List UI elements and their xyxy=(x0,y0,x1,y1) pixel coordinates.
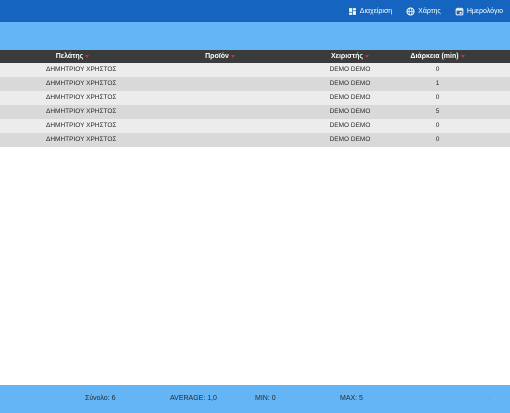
cell-spacer xyxy=(470,91,510,105)
nav-item-label: Διαχείριση xyxy=(359,7,393,15)
column-header-label: Πελάτης xyxy=(55,53,84,60)
cell-product xyxy=(145,63,295,77)
column-header-label: Προϊόν xyxy=(205,53,229,60)
column-header-operator[interactable]: Χειριστής xyxy=(295,50,405,63)
cell-operator: DEMO DEMO xyxy=(295,63,405,77)
cell-duration: 0 xyxy=(405,91,470,105)
cell-duration: 5 xyxy=(405,105,470,119)
nav-item-map[interactable]: Χάρτης xyxy=(406,0,441,22)
cell-spacer xyxy=(470,133,510,147)
cell-operator: DEMO DEMO xyxy=(295,105,405,119)
cell-operator: DEMO DEMO xyxy=(295,133,405,147)
min-value: MIN: 0 xyxy=(255,395,276,402)
average-value: AVERAGE: 1,0 xyxy=(170,395,217,402)
column-header-label: Διάρκεια (min) xyxy=(410,53,459,60)
sessions-table: Πελάτης Προϊόν Χειριστής Διάρκεια (min) … xyxy=(0,50,510,147)
table-row[interactable]: ΔΗΜΗΤΡΙΟΥ ΧΡΗΣΤΟΣ DEMO DEMO 5 xyxy=(0,105,510,119)
cell-product xyxy=(145,105,295,119)
cell-product xyxy=(145,119,295,133)
cell-customer: ΔΗΜΗΤΡΙΟΥ ΧΡΗΣΤΟΣ xyxy=(0,133,145,147)
table-header-row: Πελάτης Προϊόν Χειριστής Διάρκεια (min) xyxy=(0,50,510,63)
nav-item-label: Χάρτης xyxy=(418,7,441,15)
cell-spacer xyxy=(470,119,510,133)
table-row[interactable]: ΔΗΜΗΤΡΙΟΥ ΧΡΗΣΤΟΣ DEMO DEMO 0 xyxy=(0,91,510,105)
sort-indicator-icon xyxy=(85,54,90,58)
table-row[interactable]: ΔΗΜΗΤΡΙΟΥ ΧΡΗΣΤΟΣ DEMO DEMO 0 xyxy=(0,119,510,133)
column-header-label: Χειριστής xyxy=(330,53,364,60)
table-row[interactable]: ΔΗΜΗΤΡΙΟΥ ΧΡΗΣΤΟΣ DEMO DEMO 1 xyxy=(0,77,510,91)
column-header-duration[interactable]: Διάρκεια (min) xyxy=(405,50,470,63)
nav-item-management[interactable]: Διαχείριση xyxy=(348,0,392,22)
cell-customer: ΔΗΜΗΤΡΙΟΥ ΧΡΗΣΤΟΣ xyxy=(0,119,145,133)
cell-duration: 0 xyxy=(405,133,470,147)
cell-product xyxy=(145,91,295,105)
top-nav-bar: Διαχείριση Χάρτης Ημερολόγιο xyxy=(0,0,510,22)
chevron-left-icon[interactable]: ‹ xyxy=(487,385,490,413)
cell-customer: ΔΗΜΗΤΡΙΟΥ ΧΡΗΣΤΟΣ xyxy=(0,77,145,91)
table-row[interactable]: ΔΗΜΗΤΡΙΟΥ ΧΡΗΣΤΟΣ DEMO DEMO 0 xyxy=(0,63,510,77)
cell-product xyxy=(145,77,295,91)
cell-duration: 0 xyxy=(405,119,470,133)
cell-spacer xyxy=(470,105,510,119)
sort-indicator-icon xyxy=(460,54,465,58)
dashboard-icon xyxy=(348,7,357,16)
column-header-spacer xyxy=(470,50,510,63)
cell-operator: DEMO DEMO xyxy=(295,91,405,105)
globe-icon xyxy=(406,6,415,16)
cell-product xyxy=(145,133,295,147)
max-value: MAX: 5 xyxy=(340,395,363,402)
nav-item-calendar[interactable]: Ημερολόγιο xyxy=(455,0,503,22)
cell-customer: ΔΗΜΗΤΡΙΟΥ ΧΡΗΣΤΟΣ xyxy=(0,105,145,119)
cell-duration: 1 xyxy=(405,77,470,91)
nav-item-label: Ημερολόγιο xyxy=(466,7,503,15)
sort-indicator-icon xyxy=(365,54,370,58)
column-header-product[interactable]: Προϊόν xyxy=(145,50,295,63)
calendar-icon xyxy=(455,7,464,16)
cell-operator: DEMO DEMO xyxy=(295,119,405,133)
cell-spacer xyxy=(470,77,510,91)
summary-footer: Σύνολο: 6 AVERAGE: 1,0 MIN: 0 MAX: 5 ‹ xyxy=(0,385,510,413)
cell-spacer xyxy=(470,63,510,77)
sort-indicator-icon xyxy=(230,54,235,58)
cell-operator: DEMO DEMO xyxy=(295,77,405,91)
total-count: Σύνολο: 6 xyxy=(85,395,116,402)
cell-customer: ΔΗΜΗΤΡΙΟΥ ΧΡΗΣΤΟΣ xyxy=(0,63,145,77)
column-header-customer[interactable]: Πελάτης xyxy=(0,50,145,63)
toolbar-band xyxy=(0,22,510,50)
cell-customer: ΔΗΜΗΤΡΙΟΥ ΧΡΗΣΤΟΣ xyxy=(0,91,145,105)
table-row[interactable]: ΔΗΜΗΤΡΙΟΥ ΧΡΗΣΤΟΣ DEMO DEMO 0 xyxy=(0,133,510,147)
cell-duration: 0 xyxy=(405,63,470,77)
